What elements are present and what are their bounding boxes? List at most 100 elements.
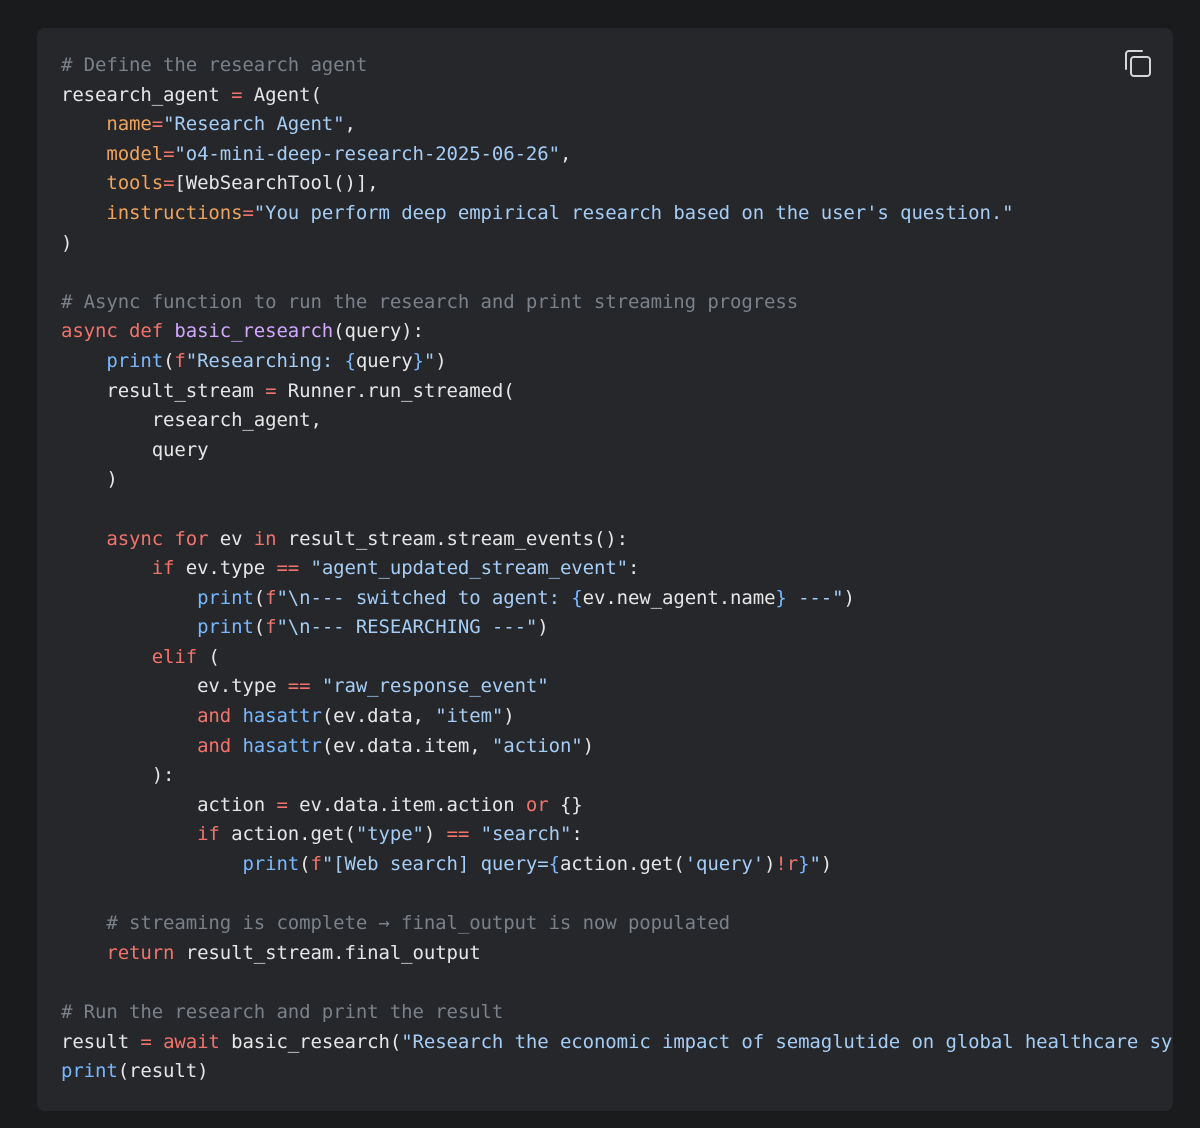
string-token: "type" [355, 823, 424, 846]
keyword-token: in [253, 527, 277, 550]
string-token: "search" [480, 823, 572, 846]
code-text-token: action.get( [559, 853, 685, 876]
code-text-token: result_stream.final_output [174, 941, 481, 964]
code-text-token: (ev.data, [321, 705, 436, 728]
code-text-token: (query): [333, 320, 424, 343]
comment-token: # Async function to run the research and… [61, 290, 799, 313]
code-text-token: ev.new_agent.name [582, 586, 776, 609]
code-text-token: ) [503, 705, 515, 728]
code-line: # streaming is complete → final_output i… [61, 909, 1172, 939]
argument-token: name [106, 113, 152, 136]
keyword-token: f [265, 586, 277, 609]
code-line: ​ [61, 968, 1172, 998]
code-line: if action.get("type") == "search": [61, 820, 1172, 850]
comment-token: # Run the research and print the result [61, 1001, 504, 1023]
code-text-token: , [344, 113, 356, 136]
code-text-token: action.get( [219, 823, 356, 846]
operator-token: = [276, 793, 288, 816]
string-token: "agent_updated_stream_event" [310, 557, 629, 580]
builtin-token: } [775, 586, 787, 609]
comment-token: # streaming is complete → final_output i… [61, 912, 730, 935]
code-text-token: ) [423, 823, 447, 846]
string-token: " [423, 349, 436, 372]
code-line: result_stream = Runner.run_streamed( [61, 377, 1172, 407]
keyword-token: f [174, 349, 186, 372]
code-text-token: ev.type [174, 557, 277, 580]
string-token: ---" [786, 586, 844, 609]
code-line: ​ [61, 495, 1172, 525]
code-text-token: result_stream [61, 379, 266, 402]
code-text-token: ( [253, 616, 266, 639]
string-token: "\n--- switched to agent: [276, 586, 572, 609]
code-line: async for ev in result_stream.stream_eve… [61, 525, 1172, 555]
keyword-token: if [151, 557, 175, 580]
operator-token: = [151, 113, 164, 136]
string-token: "Research Agent" [163, 113, 345, 136]
code-line: # Run the research and print the result [61, 998, 1172, 1028]
code-text-token: query [61, 438, 209, 461]
builtin-token: print [106, 349, 164, 372]
code-text-token: Runner.run_streamed( [276, 379, 515, 402]
code-line: return result_stream.final_output [61, 939, 1172, 969]
code-block: # Define the research agent research_agen… [61, 51, 1172, 1087]
argument-token: tools [106, 172, 164, 195]
code-text-token: action [61, 793, 277, 816]
code-line: research_agent = Agent( [61, 81, 1172, 111]
code-line: instructions="You perform deep empirical… [61, 199, 1172, 229]
keyword-token: and [197, 705, 232, 728]
builtin-token: hasattr [242, 734, 322, 757]
code-text-token: Agent( [242, 83, 322, 106]
code-line: ​ [61, 880, 1172, 910]
code-block-card: # Define the research agent research_agen… [37, 28, 1173, 1111]
keyword-token: and [197, 734, 232, 757]
keyword-token: elif [151, 645, 198, 668]
builtin-token: print [197, 586, 254, 609]
keyword-token: async for [106, 527, 209, 550]
code-text-token: ) [537, 616, 549, 639]
code-text-token: ) [820, 853, 833, 876]
code-line: query [61, 436, 1172, 466]
code-line: # Define the research agent [61, 51, 1172, 81]
code-text-token: ev.data.item.action [287, 793, 526, 816]
argument-token: instructions [106, 201, 243, 224]
code-text-token: research_agent, [61, 409, 322, 432]
code-line: ): [61, 761, 1172, 791]
string-token: "action" [491, 734, 583, 757]
code-text-token: (ev.data.item, [321, 734, 492, 757]
string-token: "item" [435, 705, 504, 728]
code-line: ) [61, 229, 1172, 259]
string-token: " [809, 853, 821, 876]
keyword-token: !r [775, 853, 799, 876]
operator-token: = [231, 83, 243, 106]
code-text-token: query [355, 349, 413, 372]
code-line: action = ev.data.item.action or {} [61, 791, 1172, 821]
keyword-token: await [163, 1030, 220, 1053]
code-text-token: ( [197, 645, 220, 668]
code-line: print(f"\n--- RESEARCHING ---") [61, 613, 1172, 643]
string-token: "[Web search] query= [321, 853, 549, 876]
code-text-token: , [559, 142, 572, 165]
builtin-token: { [344, 349, 356, 372]
code-text-token: result_stream.stream_events(): [276, 527, 628, 550]
builtin-token: hasattr [242, 705, 322, 728]
code-text-token: [WebSearchTool()], [174, 172, 379, 195]
code-text-token: research_agent [61, 83, 232, 106]
operator-token: == [287, 675, 311, 698]
code-line: if ev.type == "agent_updated_stream_even… [61, 554, 1172, 584]
builtin-token: { [548, 853, 560, 876]
code-text-token: : [571, 823, 583, 846]
code-line: print(f"\n--- switched to agent: {ev.new… [61, 584, 1172, 614]
code-line: print(result) [61, 1057, 1172, 1087]
builtin-token: { [571, 586, 583, 609]
